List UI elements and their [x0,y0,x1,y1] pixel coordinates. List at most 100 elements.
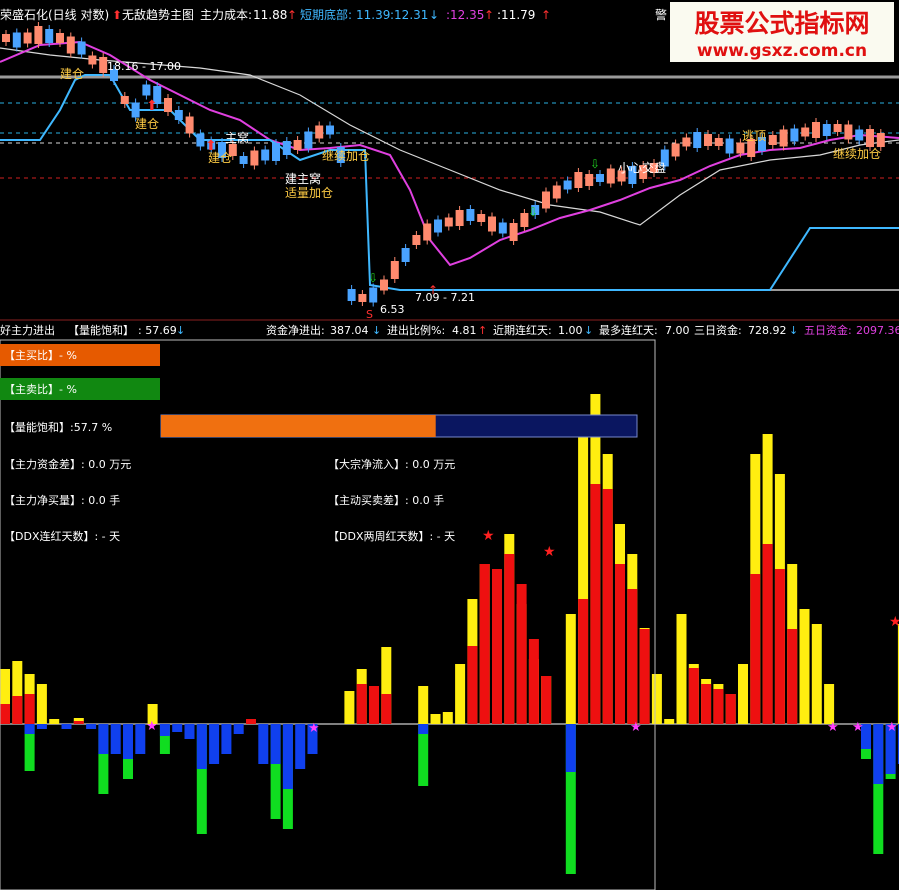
candle-body [606,168,615,184]
candle-body [99,57,108,73]
candle-body [142,84,151,96]
label-s-mark: S [366,308,373,321]
bar-red [762,544,773,724]
stock-name: 荣盛石化(日线 对数) [0,7,109,22]
zljml-text: 【主力净买量】: 0.0 手 [4,493,120,507]
watermark-title: 股票公式指标网 [694,9,869,38]
short-bottom-label: 短期底部: [300,7,352,22]
arrow-down-small-icon: ↓ [789,324,798,337]
candle-body [725,138,734,154]
candle-body [250,150,259,166]
arrow-up-small-icon: ↑ [484,8,494,22]
srzj-label: 三日资金: [694,323,742,337]
candle-body [833,124,842,132]
label-range-low: 7.09 - 7.21 [415,291,475,304]
label-shiliang: 适量加仓 [285,186,333,200]
label-jiancang-2: 建仓 [135,117,159,131]
candle-body [2,34,10,42]
star-icon: ★ [889,614,899,630]
arrow-down-outline-icon: ⇩ [528,205,538,219]
candle-body [466,209,475,221]
candle-body [272,143,280,161]
bar-red [725,694,736,724]
jqlht-value: 1.00 [558,324,583,337]
arrow-up-icon: ⬆ [112,8,122,22]
candle-body [380,279,388,291]
label-zhuzhu: 主窝 [225,130,249,145]
zdmmc-text: 【主动买卖差】: 0.0 手 [328,493,444,507]
arrow-up-icon: ⬆ [205,138,217,154]
ddx-lh-text: 【DDX连红天数】: - 天 [4,530,120,543]
candle-body [779,129,788,147]
info-box: 【主买比】- % 【主卖比】- % 【量能饱和】:57.7 % 【主力资金差】:… [0,339,656,890]
candle-body [282,141,291,155]
label-jiancang-1: 建仓 [60,67,84,81]
mid-label-1: 好主力进出 [0,323,55,337]
label-jianzhuzhu: 建主窝 [285,171,321,186]
arrow-up-small-icon: ↑ [287,8,297,22]
bar-yellow [799,609,810,724]
candle-body [790,128,799,142]
zjjc-value: 387.04 [330,324,369,337]
candle-body [693,132,702,148]
jqlht-label: 近期连红天: [493,324,552,337]
ddx-lz-text: 【DDX两周红天数】: - 天 [328,530,455,543]
wrzj-value: 2097.36 [856,324,899,337]
bar-blue [873,724,884,784]
value-4: :11.79 [497,8,535,22]
zlzjc-text: 【主力资金差】: 0.0 万元 [4,457,131,471]
arrow-up-small-icon: ↑ [541,8,551,22]
buy-ratio-text: 【主买比】- % [4,349,77,362]
bar-yellow [676,614,687,724]
candle-body [768,135,777,145]
label-low-val: 6.53 [380,303,405,316]
main-cost-value: 11.88 [253,8,287,22]
short-bottom-value-1: 11.39 [356,8,390,22]
bar-red [701,684,712,724]
candle-body [477,214,486,222]
bar-red [750,574,761,724]
candle-body [542,191,550,209]
candle-body [876,133,885,147]
candle-body [196,133,205,147]
candle-body [66,36,75,54]
star-icon: ★ [852,720,864,735]
value-3: :12.35 [446,8,484,22]
candle-body [315,125,324,139]
label-jixu-1: 继续加仓 [322,149,370,163]
candle-body [574,172,583,188]
wrzj-label: 五日资金: [804,323,852,337]
candle-body [12,32,21,48]
candle-body [56,33,64,43]
bar-yellow [811,624,822,724]
jcbl-label: 进出比例%: [387,323,445,337]
candle-body [412,235,421,245]
candle-body [239,156,248,164]
arrow-down-small-icon: ↓ [176,324,185,337]
candle-body [671,143,680,157]
bar-yellow [664,719,675,724]
bar-red [774,569,785,724]
candle-body [498,222,507,234]
candle-body [822,124,831,136]
candle-body [261,149,270,161]
candle-body [455,210,464,226]
candle-body [131,102,140,118]
zdlht-value: 7.00 [665,324,690,337]
candle-body [120,96,129,104]
arrow-down-outline-icon: ⇩ [590,157,600,171]
candle-body [174,110,183,120]
candle-body [509,223,518,241]
watermark-url: www.gsxz.com.cn [697,41,867,61]
candle-body [488,216,496,232]
sell-ratio-text: 【主卖比】- % [4,383,77,396]
indicator-name: 无敌趋势主图 [122,7,194,22]
arrow-up-small-icon: ↑ [428,283,438,297]
candle-body [88,55,97,65]
candle-body [855,129,864,141]
candle-body [401,248,410,262]
candle-body [596,174,604,182]
candle-body [866,129,874,147]
watermark: 股票公式指标网 www.gsxz.com.cn [670,2,894,62]
label-range-high: 18.16 - 17.00 [107,60,181,73]
